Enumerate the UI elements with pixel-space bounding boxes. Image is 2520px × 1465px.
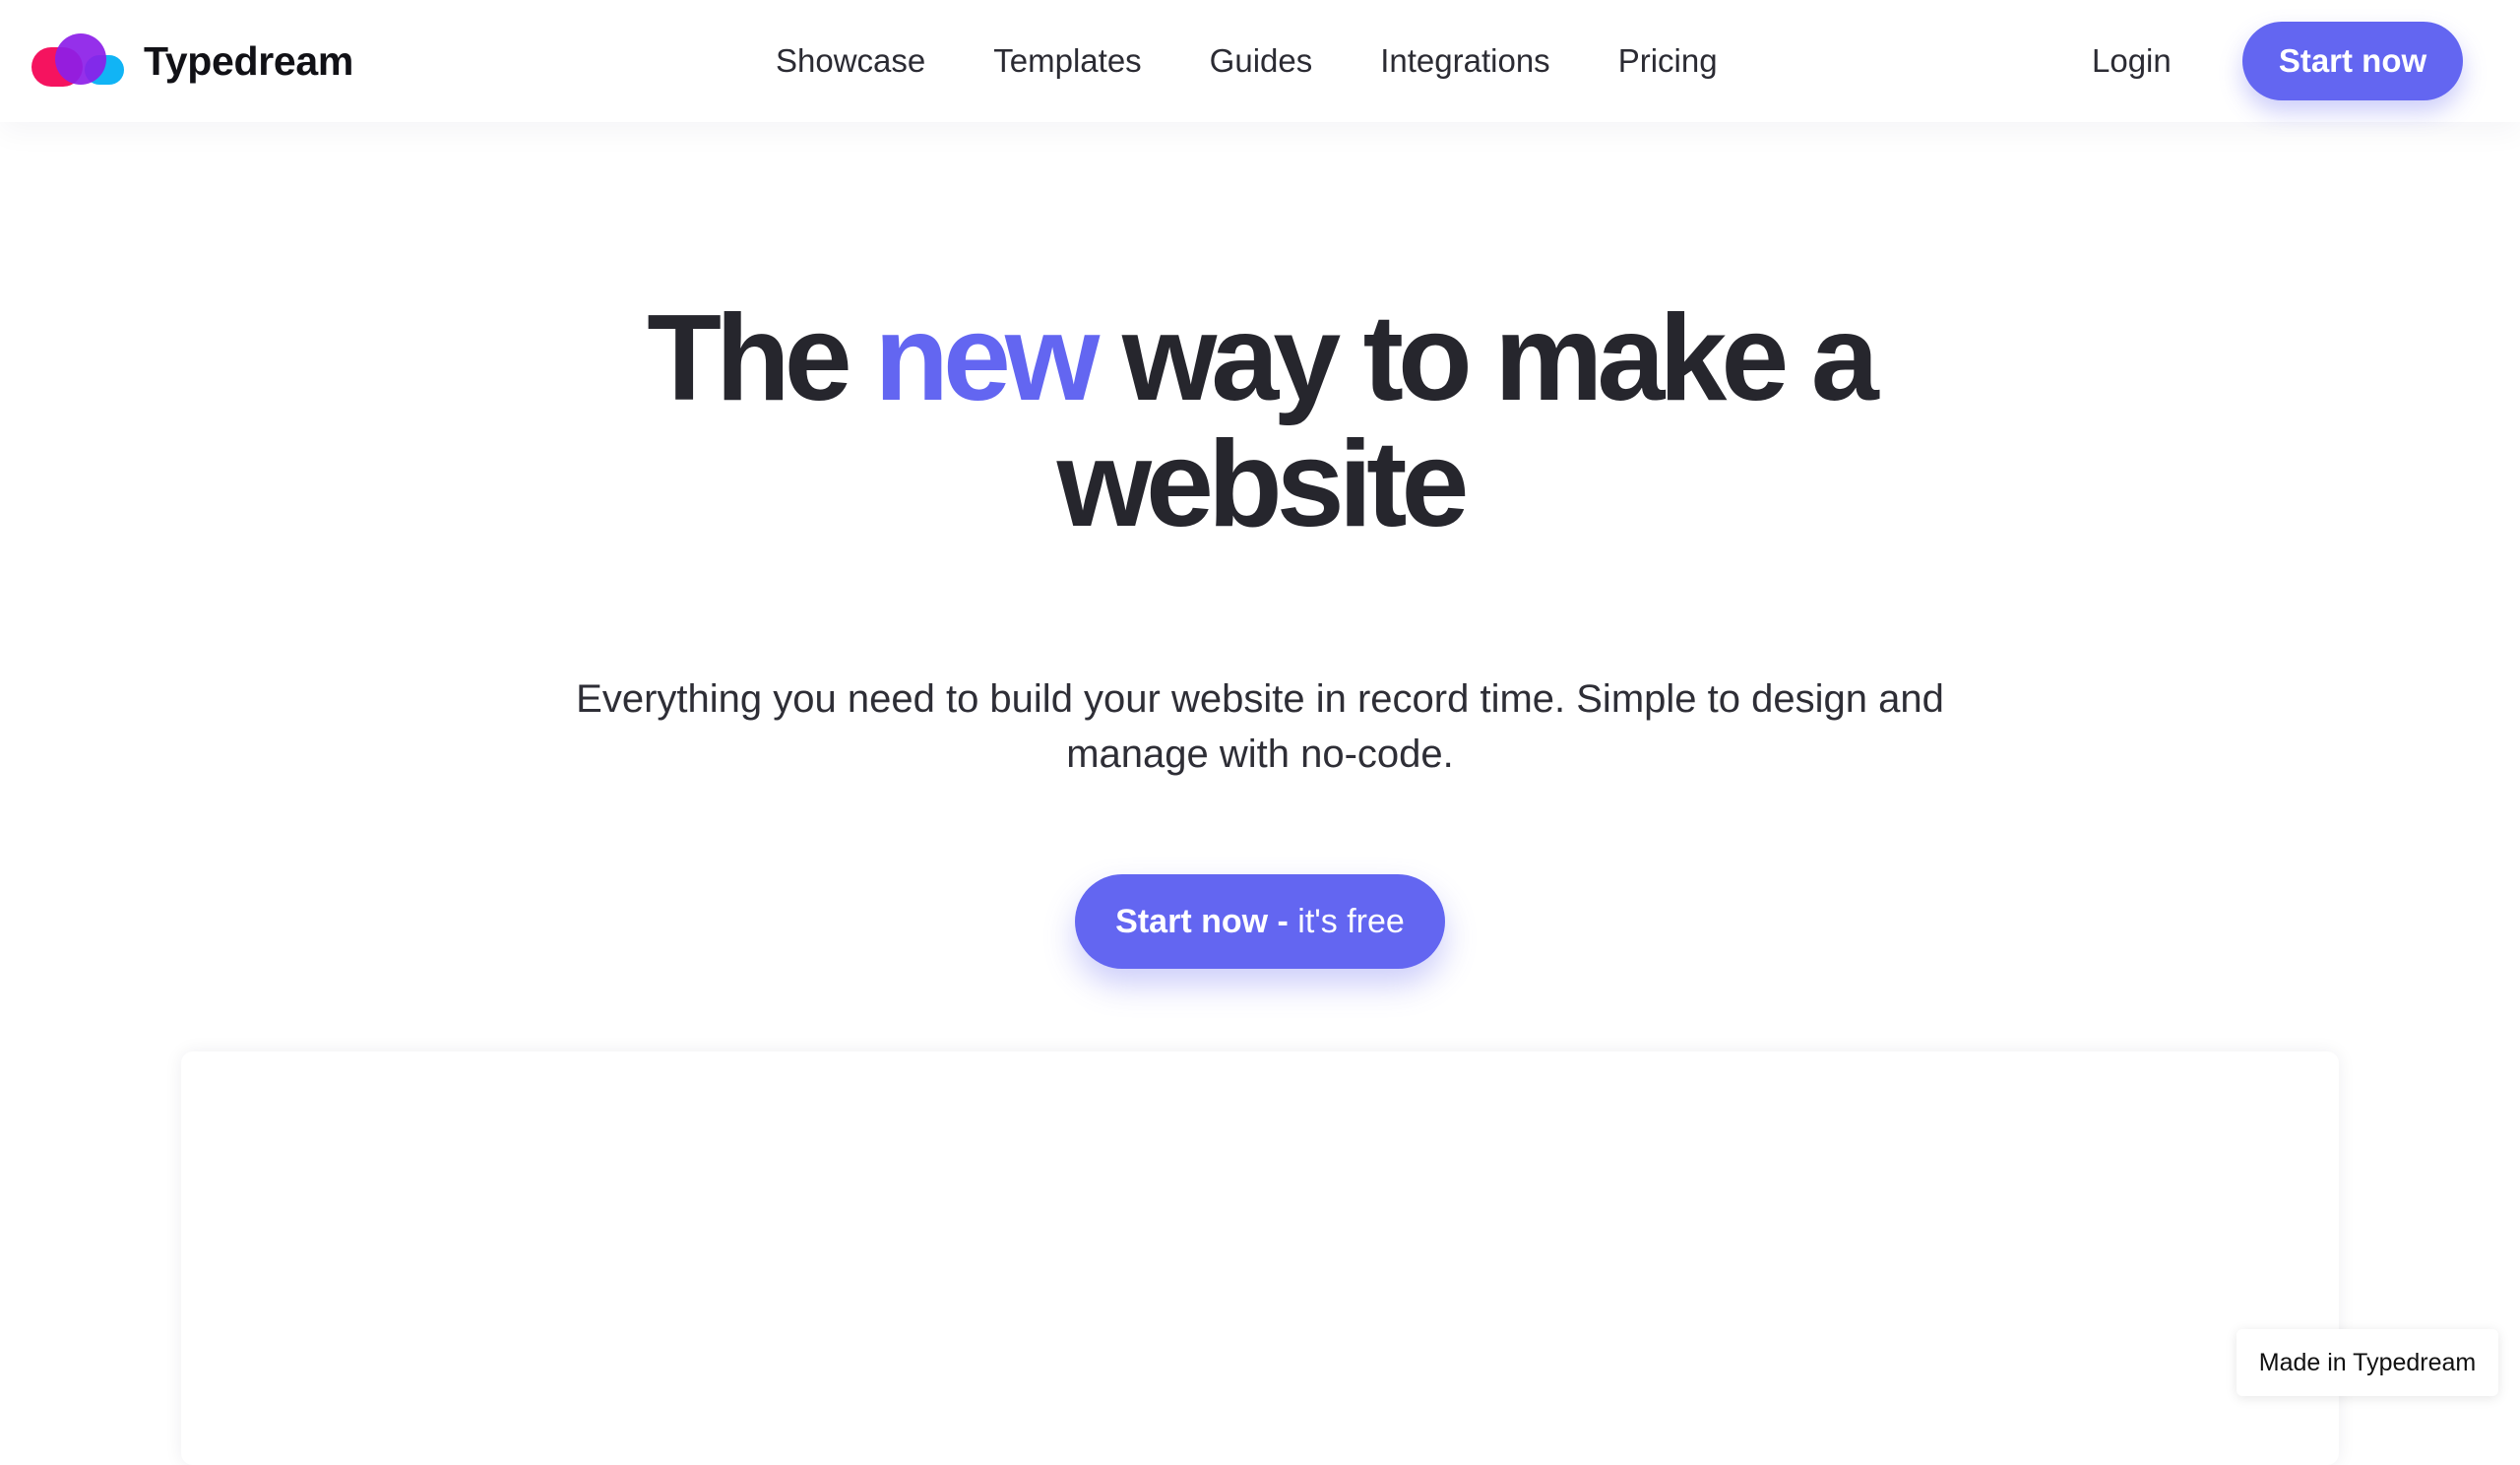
nav-integrations[interactable]: Integrations: [1380, 42, 1549, 80]
nav-guides[interactable]: Guides: [1210, 42, 1313, 80]
typedream-logo-icon: [32, 30, 126, 93]
brand-logo-link[interactable]: Typedream: [32, 30, 353, 93]
nav-pricing[interactable]: Pricing: [1618, 42, 1718, 80]
hero-subtitle: Everything you need to build your websit…: [576, 677, 1944, 776]
cta-strong-label: Start now -: [1115, 902, 1298, 940]
hero-title-part1: The: [647, 290, 875, 426]
start-now-button[interactable]: Start now: [2242, 22, 2463, 100]
hero-title: The new way to make a website: [551, 295, 1969, 547]
hero-title-part2: way to make a website: [1056, 290, 1879, 552]
cta-light-label: it's free: [1297, 902, 1405, 940]
brand-name: Typedream: [144, 37, 354, 84]
made-in-typedream-badge[interactable]: Made in Typedream: [2236, 1329, 2498, 1396]
product-preview-card: [181, 1051, 2339, 1465]
start-now-free-button[interactable]: Start now - it's free: [1075, 874, 1445, 969]
nav-templates[interactable]: Templates: [993, 42, 1141, 80]
main-nav: Showcase Templates Guides Integrations P…: [776, 37, 1718, 85]
nav-showcase[interactable]: Showcase: [776, 42, 925, 80]
login-link[interactable]: Login: [2092, 37, 2172, 85]
site-header: Typedream Showcase Templates Guides Inte…: [0, 0, 2520, 122]
hero-title-accent: new: [874, 290, 1100, 426]
